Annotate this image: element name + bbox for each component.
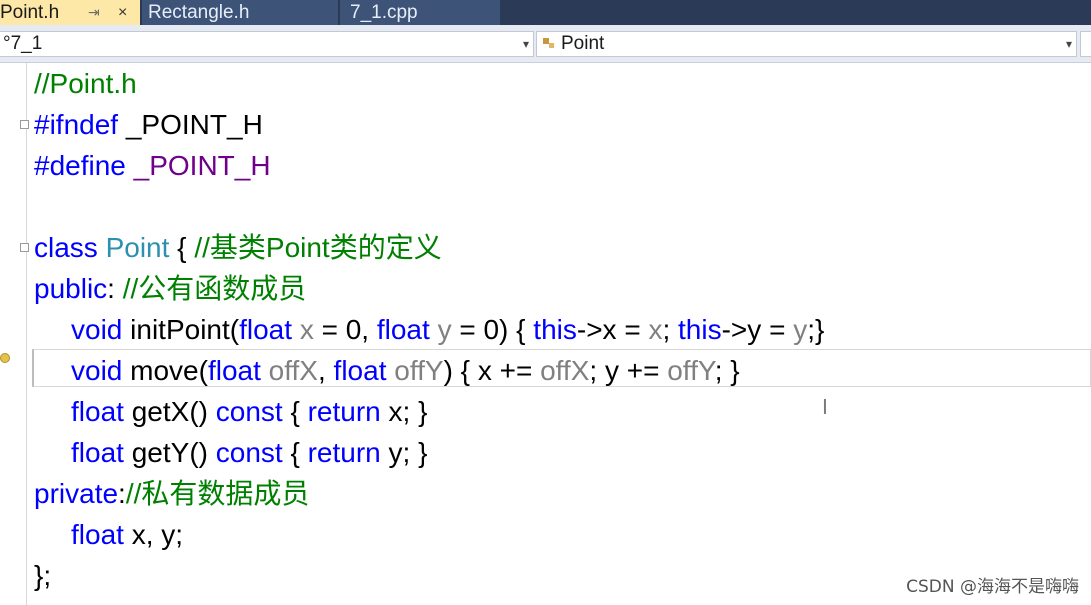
chevron-down-icon[interactable]: ▾ bbox=[523, 32, 529, 56]
text-cursor-icon: I bbox=[822, 395, 828, 419]
close-icon[interactable]: × bbox=[118, 0, 127, 25]
code-line-9: float getX() const { return x; } bbox=[71, 396, 428, 427]
class-icon bbox=[541, 32, 557, 56]
code-editor[interactable]: //Point.h #ifndef _POINT_H #define _POIN… bbox=[0, 63, 1091, 605]
code-line-10: float getY() const { return y; } bbox=[71, 437, 428, 468]
tab-label: Point.h bbox=[0, 2, 60, 23]
code-line-3: #define _POINT_H bbox=[34, 150, 271, 181]
code-line-5: class Point { //基类Point类的定义 bbox=[34, 232, 442, 263]
bookmark-marker-icon[interactable] bbox=[0, 353, 10, 363]
extra-dropdown[interactable] bbox=[1080, 31, 1091, 57]
tab-label: Rectangle.h bbox=[148, 2, 250, 23]
chevron-down-icon[interactable]: ▾ bbox=[1066, 32, 1072, 56]
code-line-7: void initPoint(float x = 0, float y = 0)… bbox=[71, 314, 825, 345]
navigation-bar: °7_1 ▾ Point ▾ bbox=[0, 25, 1091, 63]
watermark: CSDN @海海不是嗨嗨 bbox=[906, 577, 1079, 597]
scope-dropdown-value: °7_1 bbox=[3, 33, 43, 54]
code-line-2: #ifndef _POINT_H bbox=[34, 109, 263, 140]
code-line-12: float x, y; bbox=[71, 519, 184, 550]
code-line-6: public: //公有函数成员 bbox=[34, 273, 307, 304]
tab-7-1-cpp[interactable]: 7_1.cpp bbox=[340, 0, 500, 25]
collapse-toggle-icon[interactable] bbox=[20, 243, 29, 252]
pin-icon[interactable]: ⇥ bbox=[88, 0, 100, 25]
member-dropdown[interactable]: Point ▾ bbox=[536, 31, 1077, 57]
code-line-13: }; bbox=[34, 560, 52, 591]
code-line-1: //Point.h bbox=[34, 68, 137, 99]
scope-dropdown[interactable]: °7_1 ▾ bbox=[0, 31, 534, 57]
tab-point-h[interactable]: Point.h ⇥ × bbox=[0, 0, 140, 25]
code-line-8: void move(float offX, float offY) { x +=… bbox=[71, 355, 740, 386]
gutter-divider bbox=[26, 63, 27, 605]
code-line-11: private://私有数据成员 bbox=[34, 478, 310, 509]
tab-rectangle-h[interactable]: Rectangle.h bbox=[142, 0, 338, 25]
tab-label: 7_1.cpp bbox=[350, 2, 418, 23]
document-tab-bar: Point.h ⇥ × Rectangle.h 7_1.cpp bbox=[0, 0, 1091, 25]
collapse-toggle-icon[interactable] bbox=[20, 120, 29, 129]
member-dropdown-value: Point bbox=[561, 33, 605, 54]
